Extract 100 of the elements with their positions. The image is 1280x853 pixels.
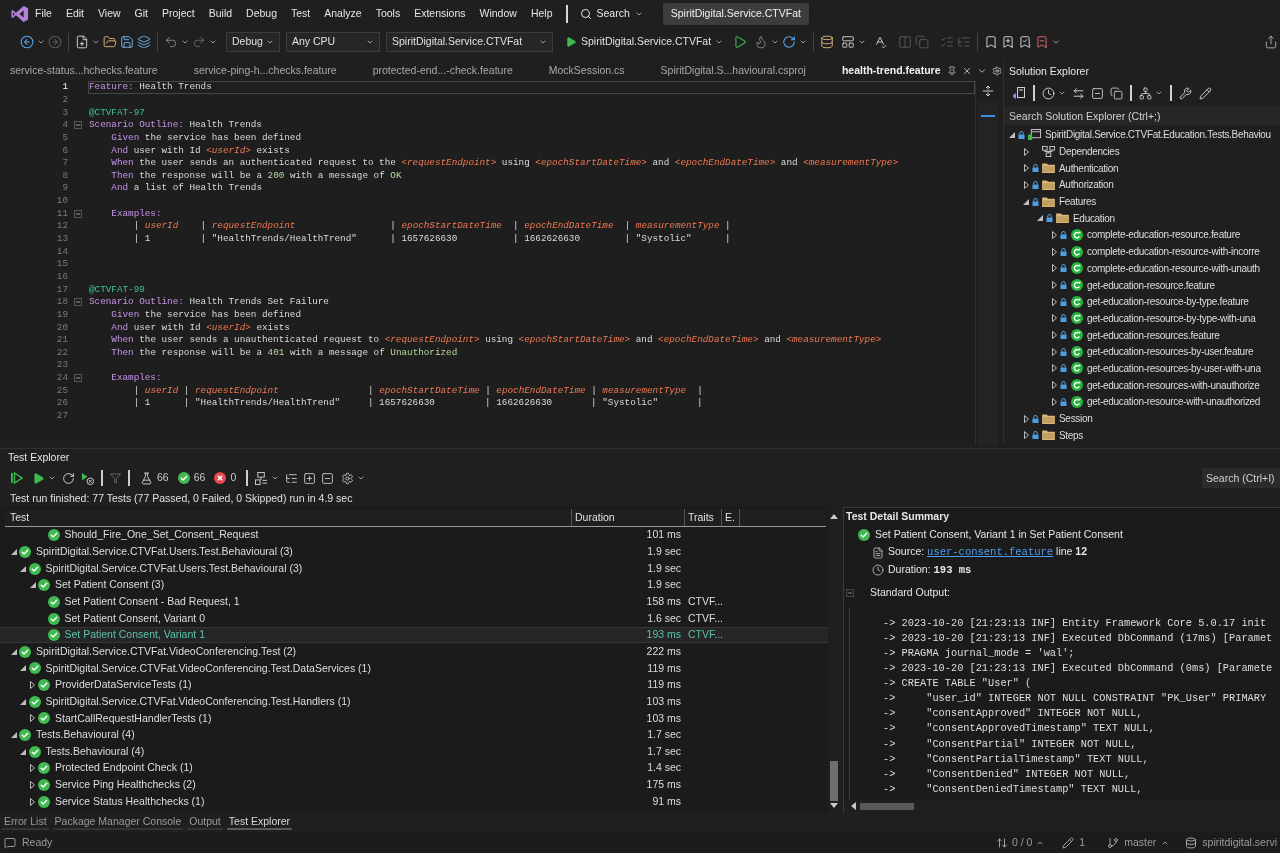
test-name[interactable]: Tests.Behavioural (4): [36, 727, 135, 743]
document-tab[interactable]: MockSession.cs: [538, 62, 651, 80]
test-name[interactable]: Set Patient Consent (3): [55, 577, 165, 594]
changes-button[interactable]: 0 / 0: [993, 834, 1047, 851]
menu-item[interactable]: Project: [155, 3, 202, 25]
redo-icon[interactable]: [192, 35, 206, 49]
tree-item[interactable]: complete-education-resource.feature: [1087, 227, 1240, 243]
run-button[interactable]: SpiritDigital.Service.CTVFat: [562, 32, 727, 52]
menu-item[interactable]: Window: [472, 3, 524, 25]
bookmark-plus-icon[interactable]: [1001, 35, 1016, 49]
copy-icon[interactable]: [1110, 86, 1123, 100]
column-header[interactable]: Duration: [575, 509, 615, 526]
search-field[interactable]: Search Solution Explorer (Ctrl+;): [1004, 106, 1280, 125]
expand-arrow-icon[interactable]: [30, 681, 35, 690]
play-bar-icon[interactable]: [11, 472, 23, 484]
settings-icon[interactable]: [991, 66, 1002, 76]
caret-icon[interactable]: [209, 38, 217, 46]
pin-icon[interactable]: [946, 66, 957, 76]
test-name[interactable]: StartCallRequestHandlerTests (1): [55, 710, 212, 727]
swap-arrows-icon[interactable]: [1072, 86, 1085, 100]
collapse-arrow-icon[interactable]: [29, 582, 36, 589]
scroll-left-icon[interactable]: [851, 802, 856, 810]
caret-icon[interactable]: [799, 38, 808, 46]
test-name[interactable]: Protected Endpoint Check (1): [55, 760, 193, 777]
test-name[interactable]: Set Patient Consent, Variant 0: [64, 610, 205, 627]
startup-project-dropdown[interactable]: SpiritDigital.Service.CTVFat: [386, 32, 553, 52]
tree-item[interactable]: get-education-resource-by-type.feature: [1087, 294, 1249, 310]
tree-item[interactable]: get-education-resources-by-user-with-una: [1087, 360, 1261, 376]
caret-icon[interactable]: [48, 474, 56, 482]
dropdown-icon[interactable]: [976, 66, 987, 76]
flame-icon[interactable]: [754, 35, 769, 49]
collapse-box-icon[interactable]: [74, 209, 82, 218]
list-tree-icon[interactable]: [285, 471, 299, 485]
expand-arrow-icon[interactable]: [1051, 364, 1057, 373]
caret-icon[interactable]: [539, 38, 547, 46]
logo-icon[interactable]: [11, 5, 29, 23]
tree-item[interactable]: get-education-resource.feature: [1087, 277, 1215, 293]
undo-icon[interactable]: [164, 35, 178, 49]
menu-item[interactable]: File: [28, 3, 59, 25]
settings-icon[interactable]: [341, 471, 355, 485]
document-tab[interactable]: service-status...hchecks.feature: [0, 62, 184, 80]
caret-icon[interactable]: [1155, 89, 1163, 97]
menu-item[interactable]: Test: [284, 3, 318, 25]
layout-icon[interactable]: [841, 35, 856, 49]
plus-square-icon[interactable]: [303, 471, 317, 485]
menu-item[interactable]: Build: [201, 3, 240, 25]
scrollbar-thumb[interactable]: [860, 802, 914, 810]
message-icon[interactable]: [4, 836, 16, 849]
search-field[interactable]: Search (Ctrl+I): [1202, 468, 1280, 488]
expand-arrow-icon[interactable]: [1051, 247, 1057, 256]
bookmark-icon[interactable]: [984, 35, 999, 49]
collapse-arrow-icon[interactable]: [20, 665, 26, 672]
collapse-arrow-icon[interactable]: [20, 565, 26, 572]
horizontal-scrollbar[interactable]: [844, 800, 1280, 812]
collapse-box-icon[interactable]: [74, 298, 82, 307]
tree-item[interactable]: Session: [1059, 411, 1093, 427]
caret-icon[interactable]: [634, 10, 643, 18]
open-folder-icon[interactable]: [103, 35, 117, 49]
expand-arrow-icon[interactable]: [30, 764, 35, 773]
filter-icon[interactable]: [110, 472, 121, 484]
tree-item[interactable]: SpiritDigital.Service.CTVFat.Education.Tests.Behaviou: [1045, 127, 1271, 143]
collapse-arrow-icon[interactable]: [10, 548, 17, 555]
expand-arrow-icon[interactable]: [1023, 414, 1029, 423]
document-tab[interactable]: service-ping-h...checks.feature: [183, 62, 363, 80]
expand-arrow-icon[interactable]: [1023, 180, 1029, 189]
test-name[interactable]: Should_Fire_One_Set_Consent_Request: [64, 527, 259, 544]
search-button[interactable]: Search: [573, 3, 649, 25]
panel-tab[interactable]: Package Manager Console: [52, 814, 184, 830]
expand-arrow-icon[interactable]: [1051, 381, 1057, 390]
menu-item[interactable]: Extensions: [407, 3, 473, 25]
play-outline-icon[interactable]: [733, 35, 748, 49]
database-icon[interactable]: [820, 35, 835, 49]
test-name[interactable]: SpiritDigital.Service.CTVFat.Users.Test.Behavioural (3): [45, 560, 303, 577]
column-header[interactable]: E.: [725, 509, 735, 526]
collapse-box-icon[interactable]: [74, 121, 82, 130]
failed-tests-button[interactable]: 0: [211, 470, 240, 486]
caret-icon[interactable]: [366, 38, 374, 46]
bookmark-minus-icon[interactable]: [1035, 35, 1050, 49]
close-icon[interactable]: [961, 66, 972, 76]
test-name[interactable]: Service Ping Healthchecks (2): [55, 777, 196, 793]
menu-item[interactable]: Analyze: [317, 3, 369, 25]
caret-icon[interactable]: [1052, 38, 1061, 46]
menu-item[interactable]: Help: [523, 3, 560, 25]
play-icon[interactable]: [32, 471, 45, 485]
column-header[interactable]: Traits: [688, 509, 714, 526]
expand-arrow-icon[interactable]: [1023, 147, 1029, 156]
test-name[interactable]: SpiritDigital.Service.CTVFat.VideoConferencing.Test (2): [36, 643, 297, 660]
tree-item[interactable]: complete-education-resource-with-incorre: [1087, 244, 1260, 260]
expand-arrow-icon[interactable]: [1023, 431, 1029, 440]
expand-arrow-icon[interactable]: [30, 797, 35, 806]
save-icon[interactable]: [120, 35, 134, 49]
tree-item[interactable]: Features: [1059, 194, 1097, 210]
configuration-dropdown[interactable]: Debug: [226, 32, 280, 52]
test-name[interactable]: SpiritDigital.Service.CTVFat.Users.Test.Behavioural (3): [36, 544, 293, 560]
refresh-icon[interactable]: [782, 35, 797, 49]
caret-icon[interactable]: [771, 38, 780, 46]
tree-item[interactable]: Authorization: [1059, 177, 1114, 193]
expand-arrow-icon[interactable]: [1051, 331, 1057, 340]
tree-item[interactable]: get-education-resource-with-unauthorized: [1087, 394, 1261, 410]
passed-tests-button[interactable]: 66: [174, 470, 209, 486]
